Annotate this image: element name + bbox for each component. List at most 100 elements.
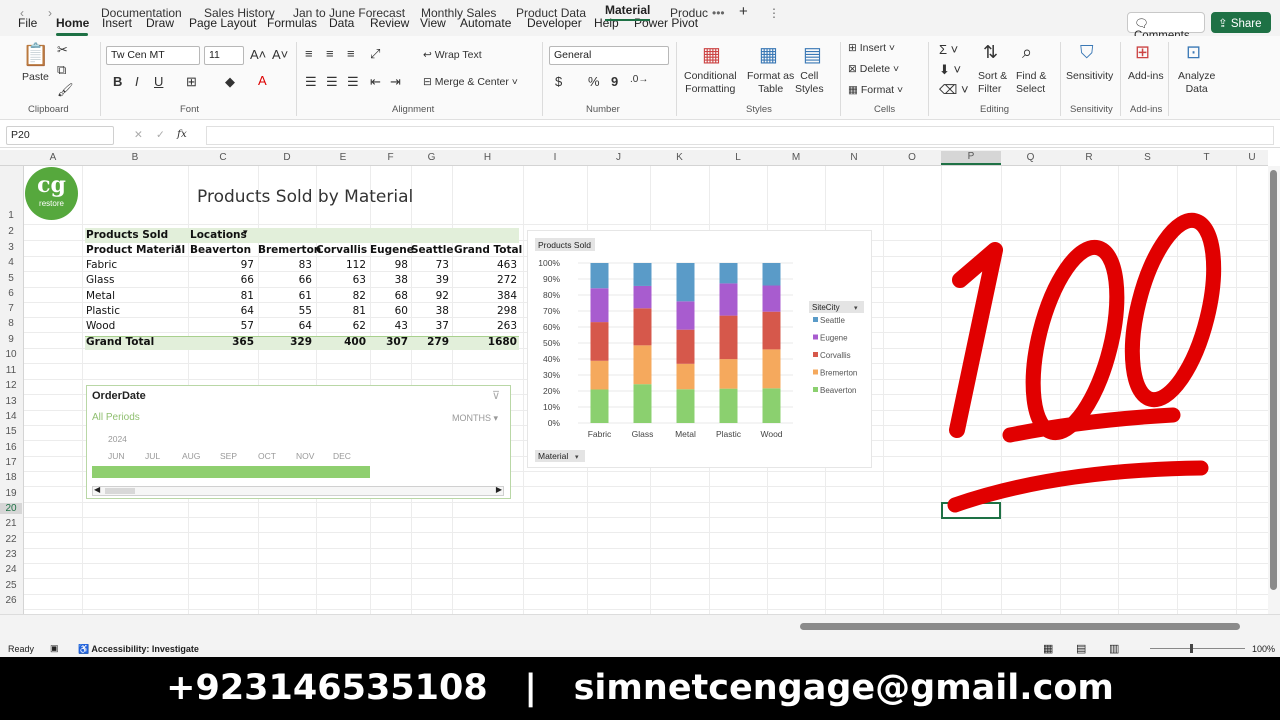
column-header-k[interactable]: K [650,152,709,163]
format-as-table-icon[interactable]: ▦ [759,42,778,67]
sheet-tab[interactable]: Sales History [204,6,275,20]
confirm-entry-icon[interactable]: ✓ [156,129,165,142]
row-header-24[interactable]: 24 [0,564,22,575]
number-format-combo[interactable]: General [549,46,669,65]
conditional-formatting-icon[interactable]: ▦ [702,42,721,67]
cell-styles-icon[interactable]: ▤ [803,42,822,67]
cell-styles-button[interactable]: Cell Styles [795,70,824,96]
sort-filter-icon[interactable]: ⇅ [983,42,998,63]
tab-scroll-right-icon[interactable]: › [48,6,52,20]
shrink-font-icon[interactable]: A˅ [272,47,288,62]
column-header-l[interactable]: L [709,152,767,163]
column-filter-icon[interactable]: ▾ [243,228,248,238]
column-header-m[interactable]: M [767,152,825,163]
sheet-tab[interactable]: Produc [670,6,708,20]
tab-scroll-left-icon[interactable]: ‹ [20,6,24,20]
row-header-21[interactable]: 21 [0,518,22,529]
currency-button[interactable]: $ [555,74,562,89]
orientation-icon[interactable]: ⤢ [370,46,380,62]
accessibility-status[interactable]: ♿ Accessibility: Investigate [78,644,199,655]
row-header-15[interactable]: 15 [0,426,22,437]
row-header-23[interactable]: 23 [0,549,22,560]
addins-icon[interactable]: ⊞ [1135,42,1150,63]
align-left-icon[interactable]: ☰ [305,74,317,90]
font-size-combo[interactable]: 11 [204,46,244,65]
align-bottom-icon[interactable]: ≡ [347,46,355,61]
row-header-17[interactable]: 17 [0,457,22,468]
slicer-selection-bar[interactable] [92,466,370,478]
decrease-indent-icon[interactable]: ⇤ [370,74,381,90]
vertical-scrollbar[interactable] [1268,166,1280,614]
column-header-q[interactable]: Q [1001,152,1060,163]
orderdate-timeline-slicer[interactable] [86,385,511,499]
zoom-level[interactable]: 100% [1252,644,1275,654]
sheet-tab[interactable]: Material [605,3,651,21]
row-header-6[interactable]: 6 [0,288,22,299]
row-header-5[interactable]: 5 [0,273,22,284]
analyze-data-button[interactable]: Analyze Data [1178,70,1215,96]
font-name-combo[interactable]: Tw Cen MT [106,46,200,65]
column-header-i[interactable]: I [523,152,587,163]
row-header-16[interactable]: 16 [0,442,22,453]
row-header-20[interactable]: 20 [0,503,22,514]
sensitivity-button[interactable]: Sensitivity [1066,70,1113,83]
format-cells-button[interactable]: ▦ Format ˅ [848,84,903,97]
align-center-icon[interactable]: ☰ [326,74,338,90]
find-select-button[interactable]: Find & Select [1016,70,1046,96]
fill-icon[interactable]: ⬇ ˅ [939,62,961,78]
format-painter-icon[interactable]: 🖌 [57,82,74,98]
slicer-month[interactable]: NOV [296,451,314,461]
slicer-month[interactable]: JUL [145,451,160,461]
cut-icon[interactable]: ✂ [57,42,68,58]
row-header-9[interactable]: 9 [0,334,22,345]
column-header-g[interactable]: G [411,152,452,163]
row-header-12[interactable]: 12 [0,380,22,391]
column-header-t[interactable]: T [1177,152,1236,163]
paste-icon[interactable]: 📋 [22,42,49,68]
row-header-1[interactable]: 1 [0,210,22,221]
clear-icon[interactable]: ⌫ ˅ [939,82,969,98]
delete-cells-button[interactable]: ⊠ Delete ˅ [848,63,899,76]
comments-button[interactable]: 🗨 Comments [1127,12,1205,42]
column-header-s[interactable]: S [1118,152,1177,163]
column-header-a[interactable]: A [24,152,82,163]
column-header-h[interactable]: H [452,152,523,163]
row-header-7[interactable]: 7 [0,303,22,314]
name-box[interactable]: P20 [6,126,114,145]
slicer-level-dropdown[interactable]: MONTHS ▾ [452,413,498,424]
slicer-scrollbar[interactable]: ◀ ▶ [92,485,504,496]
slicer-month[interactable]: JUN [108,451,125,461]
autosum-icon[interactable]: Σ ˅ [939,42,958,57]
sheet-tab[interactable]: Documentation [101,6,182,20]
pivot-chart[interactable]: Products Sold 0% 10% 20% 30% 40% 50% 60% 70% 80% 9… [527,230,872,468]
row-header-10[interactable]: 10 [0,349,22,360]
fill-color-icon[interactable]: ◆ [225,74,235,90]
column-header-r[interactable]: R [1060,152,1118,163]
page-break-view-icon[interactable]: ▥ [1109,642,1119,655]
sheet-tab[interactable]: Monthly Sales [421,6,496,20]
paste-button[interactable]: Paste [22,71,49,84]
row-header-19[interactable]: 19 [0,488,22,499]
clear-filter-icon[interactable]: ⊽ [492,389,500,402]
row-header-22[interactable]: 22 [0,534,22,545]
copy-icon[interactable]: ⧉ [57,62,66,78]
insert-function-button[interactable]: fx [177,128,187,141]
add-sheet-button[interactable]: + [739,3,748,20]
format-as-table-button[interactable]: Format as Table [747,70,794,96]
scroll-right-icon[interactable]: ▶ [496,485,502,494]
find-select-icon[interactable]: ⌕ [1022,42,1032,63]
normal-view-icon[interactable]: ▦ [1043,642,1053,655]
column-header-f[interactable]: F [370,152,411,163]
grow-font-icon[interactable]: A˄ [250,47,266,62]
bold-button[interactable]: B [113,74,122,89]
macro-record-icon[interactable]: ▣ [50,643,59,654]
column-header-c[interactable]: C [188,152,258,163]
sheet-options-icon[interactable]: ⋮ [768,6,780,20]
row-header-14[interactable]: 14 [0,411,22,422]
column-header-n[interactable]: N [825,152,883,163]
column-header-o[interactable]: O [883,152,941,163]
column-header-d[interactable]: D [258,152,316,163]
underline-button[interactable]: U [154,74,163,89]
slicer-month[interactable]: DEC [333,451,351,461]
increase-indent-icon[interactable]: ⇥ [390,74,401,90]
